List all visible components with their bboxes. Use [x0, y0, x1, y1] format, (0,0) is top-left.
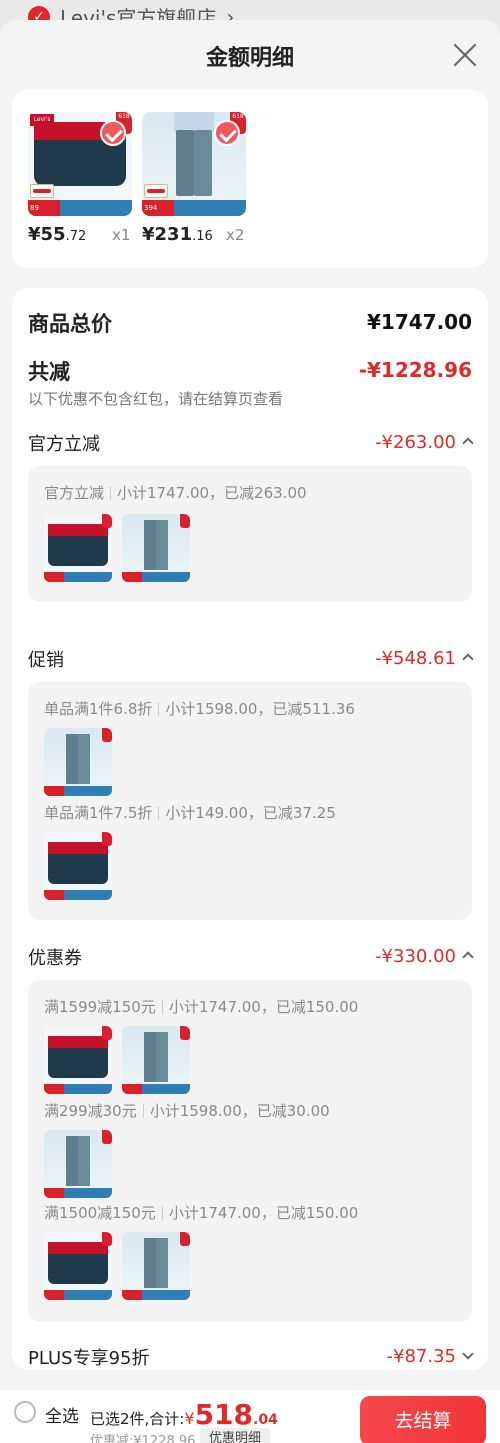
- discount-line: 满1500减150元 小计1747.00，已减150.00: [44, 1204, 359, 1222]
- amount-detail-sheet: 金额明细 Levi's 618 89 ¥55.72 x1 618 394 ¥23…: [0, 20, 500, 1443]
- chevron-up-icon: [462, 437, 474, 449]
- discount-line: 满1599减150元 小计1747.00，已减150.00: [44, 998, 359, 1016]
- discount-detail-button[interactable]: 优惠明细: [200, 1428, 270, 1443]
- discount-line: 单品满1件6.8折 小计1598.00，已减511.36: [44, 700, 355, 718]
- section-panel-official: 官方立减 小计1747.00，已减263.00: [28, 466, 472, 602]
- reduce-note: 以下优惠不包含红包，请在结算页查看: [28, 390, 284, 408]
- total-dec: .04: [253, 1412, 278, 1428]
- mini-thumb-jeans: [122, 1232, 190, 1300]
- discount-text: 优惠减:¥1228.96: [90, 1434, 196, 1443]
- reduce-value: -¥1228.96: [358, 358, 472, 382]
- product-card: Levi's 618 89 ¥55.72 x1 618 394 ¥231.16 …: [12, 90, 488, 268]
- discount-line: 满299减30元 小计1598.00，已减30.00: [44, 1102, 330, 1120]
- chevron-up-icon: [462, 951, 474, 963]
- section-label-coupon: 优惠券: [28, 948, 82, 969]
- plus-label: PLUS专享95折: [28, 1348, 150, 1369]
- section-panel-coupon: 满1599减150元 小计1747.00，已减150.00 满299减30元 小计1…: [28, 980, 472, 1322]
- selected-check-icon[interactable]: [100, 120, 126, 146]
- product-thumb-jeans[interactable]: 618 394: [142, 112, 246, 216]
- total-value: ¥1747.00: [366, 310, 472, 334]
- product-qty: x2: [226, 226, 245, 244]
- mini-thumb-jeans: [44, 1130, 112, 1198]
- close-icon[interactable]: [452, 42, 478, 68]
- checkout-bar: 全选 已选2件,合计:¥518.04 优惠减:¥1228.96 优惠明细 去结算: [0, 1390, 500, 1443]
- section-toggle-promo[interactable]: -¥548.61: [375, 648, 474, 669]
- chevron-up-icon: [462, 653, 474, 665]
- discount-line: 官方立减 小计1747.00，已减263.00: [44, 484, 307, 502]
- sheet-title: 金额明细: [205, 46, 294, 71]
- section-label-promo: 促销: [28, 650, 64, 671]
- mini-thumb-jeans: [122, 514, 190, 582]
- mini-thumb-boxer: [44, 1026, 112, 1094]
- total-label: 商品总价: [28, 312, 112, 336]
- reduce-label: 共减: [28, 360, 70, 384]
- plus-toggle[interactable]: -¥87.35: [387, 1346, 474, 1367]
- selected-check-icon[interactable]: [214, 120, 240, 146]
- section-toggle-coupon[interactable]: -¥330.00: [375, 946, 474, 967]
- selected-summary: 已选2件,合计:¥518.04: [90, 1398, 278, 1431]
- select-all-radio[interactable]: [14, 1401, 36, 1423]
- section-toggle-official[interactable]: -¥263.00: [375, 432, 474, 453]
- mini-thumb-boxer: [44, 514, 112, 582]
- mini-thumb-jeans: [44, 728, 112, 796]
- product-price: ¥55.72: [28, 224, 87, 245]
- total-int: 518: [194, 1398, 254, 1431]
- section-label-official: 官方立减: [28, 434, 100, 455]
- discount-line: 单品满1件7.5折 小计149.00，已减37.25: [44, 804, 336, 822]
- checkout-button[interactable]: 去结算: [360, 1396, 486, 1443]
- section-panel-promo: 单品满1件6.8折 小计1598.00，已减511.36 单品满1件7.5折 小计1…: [28, 682, 472, 920]
- product-price: ¥231.16: [142, 224, 213, 245]
- mini-thumb-jeans: [122, 1026, 190, 1094]
- select-all-label[interactable]: 全选: [45, 1402, 79, 1427]
- price-detail-card: 商品总价 ¥1747.00 共减 -¥1228.96 以下优惠不包含红包，请在结…: [12, 288, 488, 1370]
- product-qty: x1: [112, 226, 131, 244]
- product-thumb-boxer[interactable]: Levi's 618 89: [28, 112, 132, 216]
- chevron-down-icon: [462, 1348, 474, 1360]
- mini-thumb-boxer: [44, 832, 112, 900]
- mini-thumb-boxer: [44, 1232, 112, 1300]
